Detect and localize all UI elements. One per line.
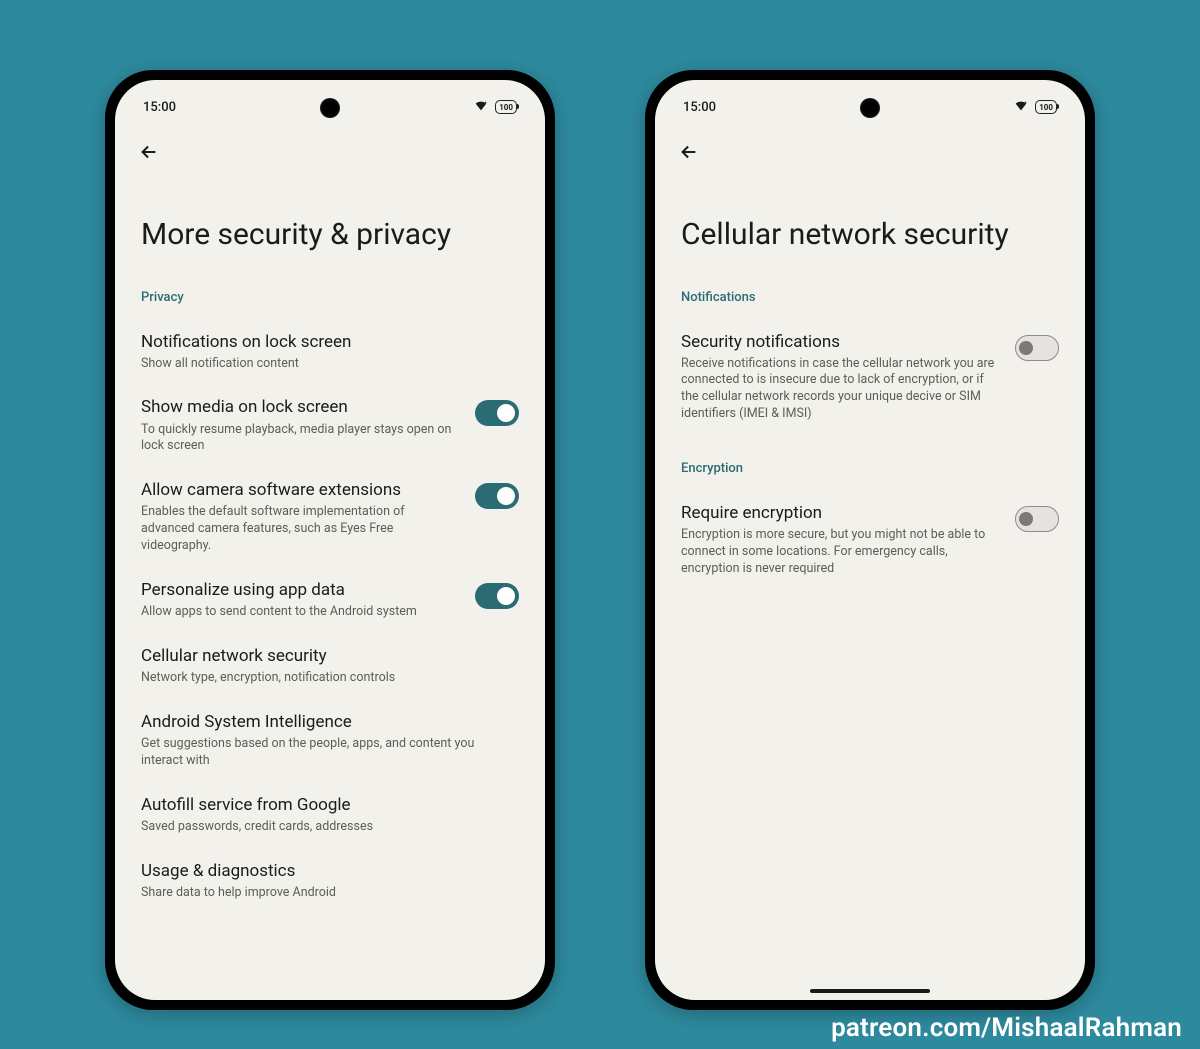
home-indicator[interactable]	[810, 989, 930, 993]
settings-content[interactable]: Cellular network security Notifications …	[655, 176, 1085, 1000]
section-header-encryption: Encryption	[681, 461, 1059, 476]
section-header-notifications: Notifications	[681, 290, 1059, 305]
screen-right: 15:00 100 Cellular network security Noti…	[655, 80, 1085, 1000]
setting-desc: To quickly resume playback, media player…	[141, 422, 459, 456]
setting-desc: Network type, encryption, notification c…	[141, 670, 519, 687]
setting-android-system-intelligence[interactable]: Android System Intelligence Get suggesti…	[141, 699, 519, 782]
setting-camera-extensions[interactable]: Allow camera software extensions Enables…	[141, 467, 519, 567]
toggle-require-encryption[interactable]	[1015, 506, 1059, 532]
back-button[interactable]	[675, 138, 703, 166]
setting-title: Usage & diagnostics	[141, 860, 519, 882]
front-camera-icon	[320, 98, 340, 118]
page-title: More security & privacy	[141, 216, 519, 254]
wifi-icon	[473, 97, 489, 117]
setting-title: Show media on lock screen	[141, 396, 459, 418]
top-bar	[655, 120, 1085, 176]
toggle-security-notifications[interactable]	[1015, 335, 1059, 361]
top-bar	[115, 120, 545, 176]
setting-desc: Encryption is more secure, but you might…	[681, 527, 999, 578]
setting-title: Require encryption	[681, 502, 999, 524]
setting-desc: Allow apps to send content to the Androi…	[141, 604, 459, 621]
setting-desc: Share data to help improve Android	[141, 885, 519, 902]
setting-title: Autofill service from Google	[141, 794, 519, 816]
battery-icon: 100	[495, 100, 517, 114]
wifi-icon	[1013, 97, 1029, 117]
setting-notifications-lock-screen[interactable]: Notifications on lock screen Show all no…	[141, 319, 519, 385]
setting-desc: Get suggestions based on the people, app…	[141, 736, 519, 770]
setting-title: Cellular network security	[141, 645, 519, 667]
phone-right: 15:00 100 Cellular network security Noti…	[645, 70, 1095, 1010]
setting-show-media-lock-screen[interactable]: Show media on lock screen To quickly res…	[141, 384, 519, 467]
setting-personalize-app-data[interactable]: Personalize using app data Allow apps to…	[141, 567, 519, 633]
setting-desc: Saved passwords, credit cards, addresses	[141, 819, 519, 836]
setting-security-notifications[interactable]: Security notifications Receive notificat…	[681, 319, 1059, 436]
toggle-personalize[interactable]	[475, 583, 519, 609]
setting-title: Notifications on lock screen	[141, 331, 519, 353]
setting-title: Allow camera software extensions	[141, 479, 459, 501]
section-header-privacy: Privacy	[141, 290, 519, 305]
setting-autofill-google[interactable]: Autofill service from Google Saved passw…	[141, 782, 519, 848]
setting-desc: Receive notifications in case the cellul…	[681, 356, 999, 424]
phone-left: 15:00 100 More security & privacy Privac…	[105, 70, 555, 1010]
status-icons: 100	[1013, 97, 1057, 117]
settings-content[interactable]: More security & privacy Privacy Notifica…	[115, 176, 545, 1000]
phone-pair: 15:00 100 More security & privacy Privac…	[0, 0, 1200, 1010]
battery-icon: 100	[1035, 100, 1057, 114]
toggle-camera-extensions[interactable]	[475, 483, 519, 509]
setting-title: Personalize using app data	[141, 579, 459, 601]
setting-cellular-network-security[interactable]: Cellular network security Network type, …	[141, 633, 519, 699]
setting-title: Security notifications	[681, 331, 999, 353]
setting-title: Android System Intelligence	[141, 711, 519, 733]
status-time: 15:00	[683, 100, 716, 115]
status-time: 15:00	[143, 100, 176, 115]
back-button[interactable]	[135, 138, 163, 166]
toggle-show-media[interactable]	[475, 400, 519, 426]
screen-left: 15:00 100 More security & privacy Privac…	[115, 80, 545, 1000]
setting-desc: Enables the default software implementat…	[141, 504, 459, 555]
page-title: Cellular network security	[681, 216, 1059, 254]
front-camera-icon	[860, 98, 880, 118]
setting-usage-diagnostics[interactable]: Usage & diagnostics Share data to help i…	[141, 848, 519, 914]
status-icons: 100	[473, 97, 517, 117]
credit-text: patreon.com/MishaalRahman	[831, 1013, 1182, 1043]
setting-desc: Show all notification content	[141, 356, 519, 373]
setting-require-encryption[interactable]: Require encryption Encryption is more se…	[681, 490, 1059, 590]
